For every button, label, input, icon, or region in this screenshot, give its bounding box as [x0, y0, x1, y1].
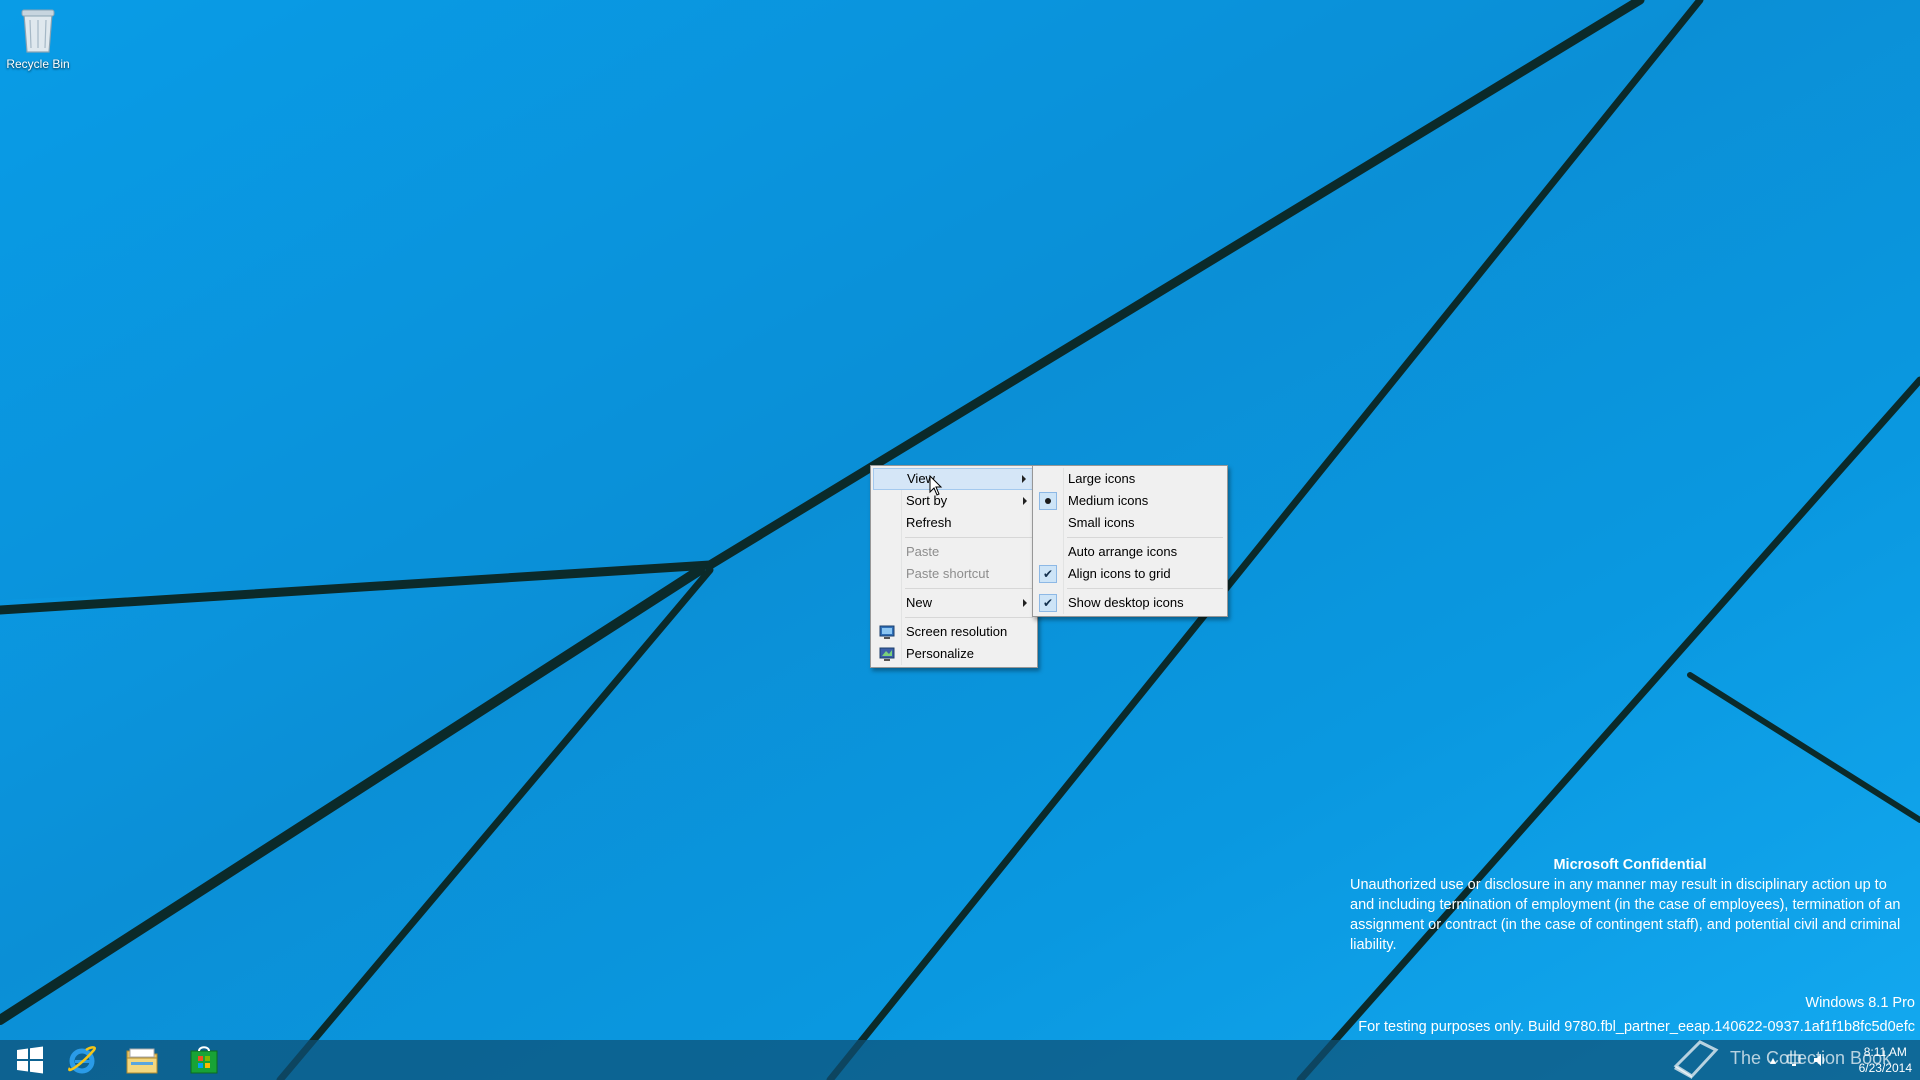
menu-item-new[interactable]: New — [873, 592, 1035, 614]
menu-item-view[interactable]: View — [873, 468, 1035, 490]
submenu-item-small-icons[interactable]: Small icons — [1035, 512, 1225, 534]
taskbar: ▴ 8:11 AM 6/23/2014 — [0, 1040, 1920, 1080]
radio-selected-icon — [1039, 492, 1057, 510]
menu-separator — [1067, 537, 1223, 538]
menu-separator — [905, 588, 1033, 589]
desktop-context-menu: View Sort by Refresh Paste Paste shortcu… — [870, 465, 1038, 668]
taskbar-internet-explorer[interactable] — [52, 1040, 112, 1080]
desktop-icon-recycle-bin[interactable]: Recycle Bin — [4, 6, 72, 71]
start-icon — [17, 1046, 43, 1074]
screen-resolution-icon — [879, 625, 895, 639]
submenu-item-align-to-grid[interactable]: ✔ Align icons to grid — [1035, 563, 1225, 585]
menu-separator — [1067, 588, 1223, 589]
menu-item-screen-resolution[interactable]: Screen resolution — [873, 621, 1035, 643]
submenu-arrow-icon — [1023, 497, 1027, 505]
book-logo-icon — [1673, 1040, 1719, 1079]
taskbar-file-explorer[interactable] — [112, 1040, 172, 1080]
site-watermark-text: The Collection Book — [1730, 1047, 1892, 1068]
submenu-item-large-icons[interactable]: Large icons — [1035, 468, 1225, 490]
menu-item-refresh[interactable]: Refresh — [873, 512, 1035, 534]
submenu-item-auto-arrange[interactable]: Auto arrange icons — [1035, 541, 1225, 563]
recycle-bin-icon — [21, 9, 55, 53]
confidential-body: Unauthorized use or disclosure in any ma… — [1350, 877, 1901, 953]
menu-item-paste[interactable]: Paste — [873, 541, 1035, 563]
taskbar-store[interactable] — [174, 1040, 234, 1080]
menu-separator — [905, 537, 1033, 538]
store-icon — [190, 1046, 218, 1074]
confidential-notice: Microsoft Confidential Unauthorized use … — [1350, 855, 1910, 955]
mouse-cursor-icon — [929, 475, 943, 496]
start-button[interactable] — [0, 1040, 60, 1080]
submenu-item-medium-icons[interactable]: Medium icons — [1035, 490, 1225, 512]
checkmark-icon: ✔ — [1039, 594, 1057, 612]
internet-explorer-icon — [68, 1046, 96, 1074]
submenu-arrow-icon — [1022, 475, 1026, 483]
submenu-arrow-icon — [1023, 599, 1027, 607]
confidential-title: Microsoft Confidential — [1553, 857, 1707, 873]
desktop-icon-label: Recycle Bin — [6, 57, 70, 71]
personalize-icon — [879, 647, 895, 661]
menu-item-paste-shortcut[interactable]: Paste shortcut — [873, 563, 1035, 585]
submenu-item-show-desktop-icons[interactable]: ✔ Show desktop icons — [1035, 592, 1225, 614]
windows-edition: Windows 8.1 Pro — [1805, 995, 1915, 1011]
menu-item-personalize[interactable]: Personalize — [873, 643, 1035, 665]
site-watermark: The Collection Book — [1670, 1036, 1891, 1080]
menu-separator — [905, 617, 1033, 618]
menu-item-sort-by[interactable]: Sort by — [873, 490, 1035, 512]
checkmark-icon: ✔ — [1039, 565, 1057, 583]
file-explorer-icon — [126, 1048, 158, 1074]
view-submenu: Large icons Medium icons Small icons Aut… — [1032, 465, 1228, 617]
build-string: For testing purposes only. Build 9780.fb… — [1358, 1019, 1915, 1035]
